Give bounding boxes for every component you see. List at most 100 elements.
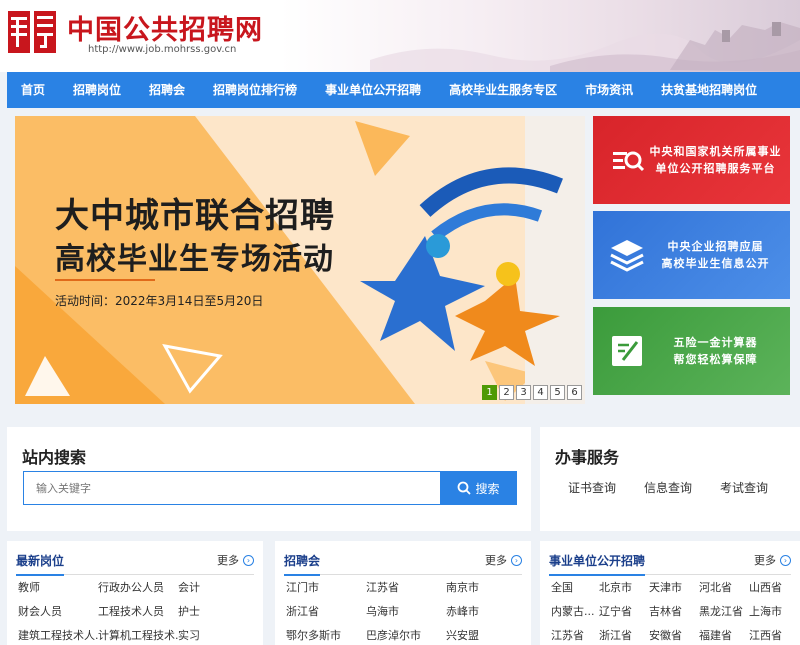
card1-line1: 中央和国家机关所属事业	[649, 145, 782, 158]
list-item[interactable]: 全国	[551, 579, 599, 597]
list-item[interactable]: 工程技术人员	[98, 603, 178, 621]
list-item[interactable]: 建筑工程技术人...	[18, 627, 98, 645]
nav-poverty-jobs[interactable]: 扶贫基地招聘岗位	[647, 72, 771, 108]
list-item[interactable]: 计算机工程技术...	[98, 627, 178, 645]
card3-line1: 五险一金计算器	[673, 336, 758, 349]
banner-page-6[interactable]: 6	[567, 385, 582, 400]
logo-icon[interactable]	[8, 9, 58, 55]
banner-page-4[interactable]: 4	[533, 385, 548, 400]
list-item[interactable]: 北京市	[599, 579, 649, 597]
list-item[interactable]: 福建省	[699, 627, 749, 645]
list-item[interactable]: 浙江省	[286, 603, 366, 621]
latest-jobs-title[interactable]: 最新岗位	[16, 552, 65, 576]
card2-line1: 中央企业招聘应届	[667, 240, 764, 253]
great-wall-decoration	[370, 22, 800, 72]
job-fairs-title[interactable]: 招聘会	[284, 552, 321, 576]
job-fairs-header: 招聘会 更多 ›	[284, 549, 522, 576]
list-item[interactable]: 南京市	[446, 579, 516, 597]
banner-page-5[interactable]: 5	[550, 385, 565, 400]
banner-pager: 1 2 3 4 5 6	[482, 385, 582, 400]
search-button[interactable]: 搜索	[440, 471, 517, 505]
list-item[interactable]: 浙江省	[599, 627, 649, 645]
list-item[interactable]: 吉林省	[649, 603, 699, 621]
list-item[interactable]: 江西省	[749, 627, 793, 645]
layers-icon	[605, 233, 649, 277]
list-item[interactable]: 兴安盟	[446, 627, 516, 645]
job-fairs-list: 江门市 江苏省 南京市 浙江省 乌海市 赤峰市 鄂尔多斯市 巴彦淖尔市 兴安盟	[286, 579, 516, 645]
nav-jobs[interactable]: 招聘岗位	[59, 72, 135, 108]
list-item[interactable]: 财会人员	[18, 603, 98, 621]
public-institutions-more[interactable]: 更多 ›	[754, 552, 791, 568]
nav-home[interactable]: 首页	[7, 72, 59, 108]
site-name[interactable]: 中国公共招聘网	[67, 8, 263, 47]
banner-date: 活动时间：2022年3月14日至5月20日	[55, 294, 264, 308]
list-item[interactable]: 江苏省	[551, 627, 599, 645]
list-item[interactable]: 护士	[178, 603, 248, 621]
search-doc-icon	[605, 138, 649, 182]
service-links: 证书查询 信息查询 考试查询	[568, 479, 768, 496]
site-header: 中国公共招聘网 http://www.job.mohrss.gov.cn	[0, 0, 800, 72]
list-item[interactable]: 会计	[178, 579, 248, 597]
list-item[interactable]: 内蒙古...	[551, 603, 599, 621]
more-label: 更多	[754, 554, 776, 567]
promo-banner[interactable]: 大中城市联合招聘 高校毕业生专场活动 活动时间：2022年3月14日至5月20日…	[15, 116, 585, 404]
main-nav: 首页 招聘岗位 招聘会 招聘岗位排行榜 事业单位公开招聘 高校毕业生服务专区 市…	[7, 72, 800, 108]
more-label: 更多	[217, 554, 239, 567]
nav-job-ranking[interactable]: 招聘岗位排行榜	[199, 72, 311, 108]
chevron-right-icon: ›	[243, 554, 254, 566]
list-item[interactable]: 江门市	[286, 579, 366, 597]
banner-page-3[interactable]: 3	[516, 385, 531, 400]
list-item[interactable]: 巴彦淖尔市	[366, 627, 446, 645]
list-item[interactable]: 辽宁省	[599, 603, 649, 621]
public-institutions-header: 事业单位公开招聘 更多 ›	[549, 549, 791, 576]
site-search-panel: 站内搜索 搜索	[7, 427, 531, 531]
list-item[interactable]: 鄂尔多斯市	[286, 627, 366, 645]
public-institutions-panel: 事业单位公开招聘 更多 › 全国 北京市 天津市 河北省 山西省 内蒙古... 辽…	[540, 541, 800, 645]
nav-market-news[interactable]: 市场资讯	[571, 72, 647, 108]
search-input[interactable]	[23, 471, 441, 505]
list-item[interactable]: 江苏省	[366, 579, 446, 597]
card-soe-graduates[interactable]: 中央企业招聘应届 高校毕业生信息公开	[593, 211, 790, 299]
nav-job-fairs[interactable]: 招聘会	[135, 72, 199, 108]
list-item[interactable]: 教师	[18, 579, 98, 597]
nav-public-institutions[interactable]: 事业单位公开招聘	[311, 72, 435, 108]
public-institutions-title[interactable]: 事业单位公开招聘	[549, 552, 646, 576]
public-institutions-list: 全国 北京市 天津市 河北省 山西省 内蒙古... 辽宁省 吉林省 黑龙江省 上…	[551, 579, 793, 645]
list-item[interactable]: 赤峰市	[446, 603, 516, 621]
chevron-right-icon: ›	[780, 554, 791, 566]
card-insurance-calculator[interactable]: 五险一金计算器 帮您轻松算保障	[593, 307, 790, 395]
list-item[interactable]: 实习	[178, 627, 248, 645]
card3-line2: 帮您轻松算保障	[673, 353, 758, 366]
job-fairs-panel: 招聘会 更多 › 江门市 江苏省 南京市 浙江省 乌海市 赤峰市 鄂尔多斯市 巴彦…	[275, 541, 531, 645]
list-item[interactable]: 黑龙江省	[699, 603, 749, 621]
list-item[interactable]: 河北省	[699, 579, 749, 597]
service-certificate-query[interactable]: 证书查询	[568, 479, 616, 496]
list-item[interactable]: 行政办公人员	[98, 579, 178, 597]
latest-jobs-list: 教师 行政办公人员 会计 财会人员 工程技术人员 护士 建筑工程技术人... 计…	[18, 579, 248, 645]
banner-divider	[55, 279, 155, 281]
search-panel-title: 站内搜索	[22, 448, 87, 467]
banner-page-2[interactable]: 2	[499, 385, 514, 400]
calculator-edit-icon	[605, 329, 649, 373]
list-item[interactable]: 乌海市	[366, 603, 446, 621]
list-item[interactable]: 上海市	[749, 603, 793, 621]
list-item[interactable]: 安徽省	[649, 627, 699, 645]
banner-page-1[interactable]: 1	[482, 385, 497, 400]
service-info-query[interactable]: 信息查询	[644, 479, 692, 496]
card-central-institutions[interactable]: 中央和国家机关所属事业 单位公开招聘服务平台	[593, 116, 790, 204]
list-item[interactable]: 山西省	[749, 579, 793, 597]
card1-line2: 单位公开招聘服务平台	[655, 162, 776, 175]
banner-title-line2: 高校毕业生专场活动	[55, 242, 334, 277]
nav-graduate-services[interactable]: 高校毕业生服务专区	[435, 72, 571, 108]
chevron-right-icon: ›	[511, 554, 522, 566]
job-fairs-more[interactable]: 更多 ›	[485, 552, 522, 568]
services-title: 办事服务	[555, 448, 620, 467]
latest-jobs-panel: 最新岗位 更多 › 教师 行政办公人员 会计 财会人员 工程技术人员 护士 建筑工…	[7, 541, 263, 645]
list-item[interactable]: 天津市	[649, 579, 699, 597]
latest-jobs-header: 最新岗位 更多 ›	[16, 549, 254, 576]
services-panel: 办事服务 证书查询 信息查询 考试查询	[540, 427, 800, 531]
more-label: 更多	[485, 554, 507, 567]
service-exam-query[interactable]: 考试查询	[720, 479, 768, 496]
banner-title-line1: 大中城市联合招聘	[55, 196, 335, 236]
latest-jobs-more[interactable]: 更多 ›	[217, 552, 254, 568]
